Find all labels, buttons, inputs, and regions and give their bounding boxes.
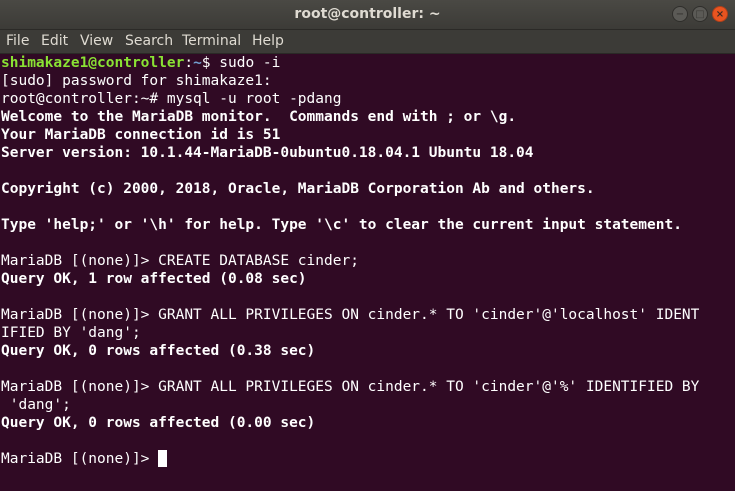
sql-command-line: MariaDB [(none)]> GRANT ALL PRIVILEGES O…	[1, 379, 700, 395]
query-result-line: Query OK, 0 rows affected (0.38 sec)	[1, 343, 316, 359]
mysql-command-line: root@controller:~# mysql -u root -pdang	[1, 91, 342, 107]
scrollbar[interactable]	[725, 54, 735, 491]
menu-bar: File Edit View Search Terminal Help	[0, 30, 735, 54]
menu-search[interactable]: Search	[125, 30, 173, 53]
server-version-line: Server version: 10.1.44-MariaDB-0ubuntu0…	[1, 145, 534, 161]
query-result-line: Query OK, 1 row affected (0.08 sec)	[1, 271, 307, 287]
menu-view[interactable]: View	[80, 30, 113, 53]
title-bar[interactable]: root@controller: ~ − □ ×	[0, 0, 735, 30]
prompt-user: shimakaze1@controller	[1, 55, 185, 71]
close-icon[interactable]: ×	[712, 6, 728, 22]
connection-id-line: Your MariaDB connection id is 51	[1, 127, 281, 143]
window-title: root@controller: ~	[294, 6, 441, 22]
help-line: Type 'help;' or '\h' for help. Type '\c'…	[1, 217, 682, 233]
prompt-line: shimakaze1@controller:~$ sudo -i	[1, 54, 280, 72]
menu-file[interactable]: File	[6, 30, 29, 53]
menu-terminal[interactable]: Terminal	[182, 30, 241, 53]
prompt-command: $ sudo -i	[201, 55, 281, 71]
maximize-icon[interactable]: □	[692, 6, 708, 22]
terminal-output[interactable]: shimakaze1@controller:~$ sudo -i [sudo] …	[0, 54, 725, 491]
prompt-path: ~	[193, 55, 202, 71]
prompt-separator: :	[184, 55, 194, 71]
menu-edit[interactable]: Edit	[41, 30, 68, 53]
minimize-icon[interactable]: −	[672, 6, 688, 22]
sql-command-line: MariaDB [(none)]> GRANT ALL PRIVILEGES O…	[1, 307, 700, 323]
sql-command-continuation: 'dang';	[1, 397, 71, 413]
query-result-line: Query OK, 0 rows affected (0.00 sec)	[1, 415, 316, 431]
sql-command-line: MariaDB [(none)]> CREATE DATABASE cinder…	[1, 253, 359, 269]
menu-help[interactable]: Help	[252, 30, 284, 53]
welcome-line: Welcome to the MariaDB monitor. Commands…	[1, 109, 517, 125]
sudo-password-line: [sudo] password for shimakaze1:	[1, 73, 272, 89]
current-prompt-line: MariaDB [(none)]>	[1, 450, 168, 468]
copyright-line: Copyright (c) 2000, 2018, Oracle, MariaD…	[1, 181, 595, 197]
terminal-window: root@controller: ~ − □ × File Edit View …	[0, 0, 735, 491]
mariadb-prompt: MariaDB [(none)]>	[1, 451, 159, 467]
text-cursor	[158, 450, 168, 467]
sql-command-continuation: IFIED BY 'dang';	[1, 325, 141, 341]
